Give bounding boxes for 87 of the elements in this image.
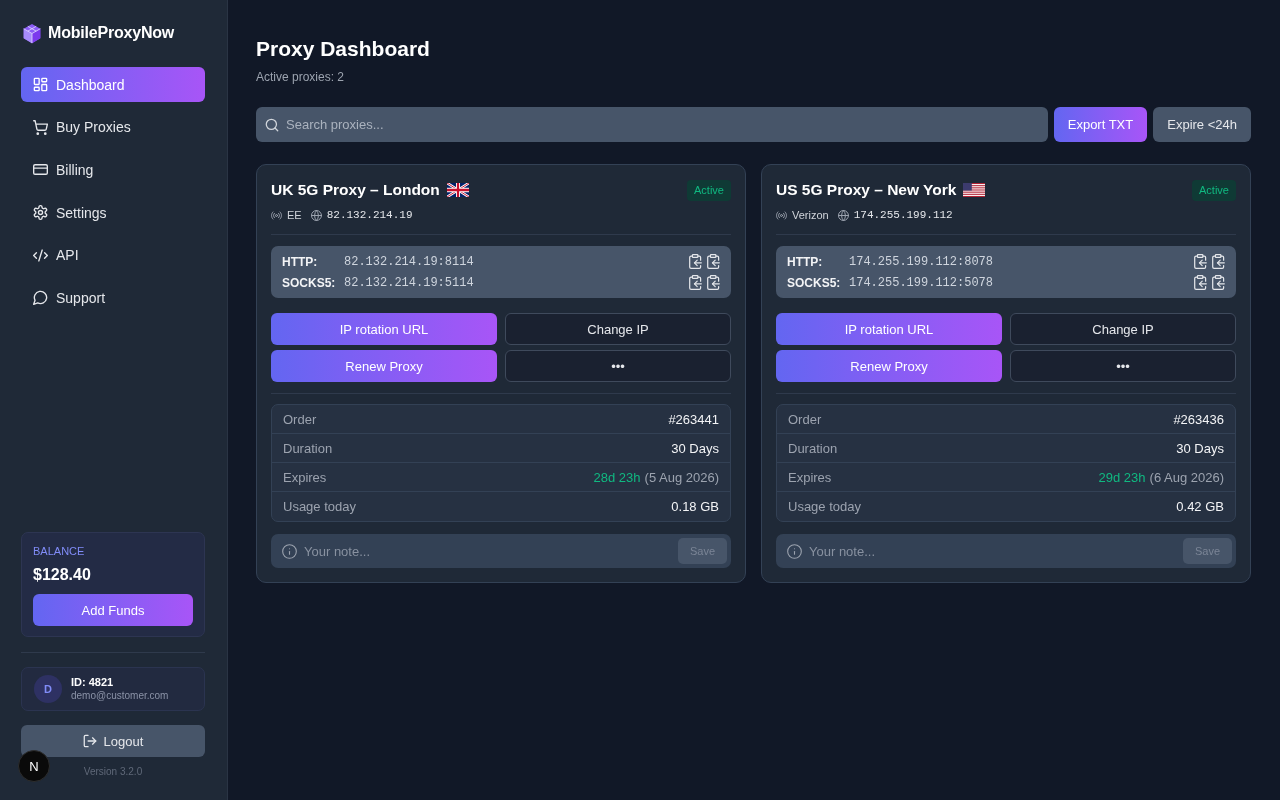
detail-label: Order	[283, 411, 317, 427]
settings-icon	[33, 205, 48, 221]
action-button[interactable]: Change IP	[505, 313, 731, 345]
detail-label: Usage today	[788, 499, 861, 514]
avatar: D	[34, 675, 62, 703]
version-text: Version 3.2.0	[83, 765, 143, 779]
balance-amount: $128.40	[33, 565, 92, 585]
expiry-date: (5 Aug 2026)	[644, 469, 719, 485]
nav-item[interactable]: Settings	[21, 195, 205, 231]
page-subtitle: Active proxies: 2	[256, 70, 346, 84]
us-flag-icon	[963, 183, 986, 197]
detail-label: Duration	[283, 440, 333, 456]
toolbar-button[interactable]: Export TXT	[1053, 107, 1148, 142]
clipboard-icon[interactable]	[689, 275, 702, 290]
detail-value: 0.42 GB	[1176, 499, 1224, 514]
action-button[interactable]: IP rotation URL	[776, 313, 1002, 345]
detail-value: 29d 23h	[1098, 469, 1146, 485]
account-id: ID: 4821	[71, 676, 115, 689]
endpoint-address: 174.255.199.112:5078	[849, 275, 995, 290]
account-email: demo@customer.com	[71, 689, 169, 702]
status-badge: Active	[1192, 180, 1236, 201]
detail-label: Order	[788, 411, 822, 427]
endpoint-label: HTTP:	[787, 254, 824, 269]
endpoint-label: HTTP:	[282, 254, 319, 269]
balance-label: BALANCE	[33, 544, 86, 558]
logout-button[interactable]: Logout	[21, 725, 205, 757]
detail-label: Expires	[788, 469, 832, 485]
nav-item[interactable]: Billing	[21, 152, 205, 188]
action-button[interactable]: Renew Proxy	[271, 350, 497, 382]
carrier-name: EE	[287, 209, 302, 221]
endpoint-label: SOCKS5:	[282, 275, 337, 290]
cube-logo-icon	[22, 22, 42, 44]
detail-value: 30 Days	[1176, 440, 1224, 456]
detail-value: 30 Days	[671, 440, 719, 456]
clipboard-icon[interactable]	[1194, 254, 1207, 269]
carrier-name: Verizon	[792, 209, 829, 221]
detail-value: 0.18 GB	[671, 499, 719, 514]
clipboard-icon[interactable]	[1194, 275, 1207, 290]
brand-name: MobileProxyNow	[48, 24, 175, 42]
detail-value: #263436	[1173, 411, 1224, 427]
endpoint-address: 82.132.214.19:5114	[344, 275, 475, 290]
info-icon	[282, 543, 297, 559]
ip-address: 174.255.199.112	[853, 209, 953, 221]
signal-icon	[776, 209, 787, 221]
clipboard-icon[interactable]	[1212, 254, 1225, 269]
nav-item[interactable]: Support	[21, 280, 205, 316]
endpoint-address: 174.255.199.112:8078	[849, 254, 995, 269]
expiry-date: (6 Aug 2026)	[1149, 469, 1224, 485]
action-button[interactable]: IP rotation URL	[271, 313, 497, 345]
clipboard-icon[interactable]	[689, 254, 702, 269]
detail-label: Duration	[788, 440, 838, 456]
cart-icon	[33, 119, 48, 135]
detail-value: #263441	[668, 411, 719, 427]
detail-label: Usage today	[283, 499, 356, 514]
add-funds-button[interactable]: Add Funds	[33, 594, 193, 626]
ip-address: 82.132.214.19	[326, 209, 413, 221]
globe-icon	[837, 209, 849, 221]
action-button[interactable]: Renew Proxy	[776, 350, 1002, 382]
toolbar-button[interactable]: Expire <24h	[1153, 107, 1251, 142]
search-icon	[265, 117, 279, 132]
proxy-title: UK 5G Proxy – London	[271, 181, 440, 199]
status-badge: Active	[687, 180, 731, 201]
globe-icon	[310, 209, 322, 221]
clipboard-icon[interactable]	[707, 275, 720, 290]
clipboard-icon[interactable]	[707, 254, 720, 269]
union-jack-flag-icon	[446, 183, 469, 197]
dashboard-icon	[33, 77, 48, 92]
logout-icon	[82, 734, 97, 748]
detail-label: Expires	[283, 469, 327, 485]
nav-item[interactable]: Dashboard	[21, 67, 205, 102]
endpoint-label: SOCKS5:	[787, 275, 842, 290]
chat-bubble-icon	[33, 290, 48, 306]
proxy-title: US 5G Proxy – New York	[776, 181, 957, 199]
action-button[interactable]: •••	[1010, 350, 1236, 382]
credit-card-icon	[33, 162, 48, 178]
endpoint-address: 82.132.214.19:8114	[344, 254, 475, 269]
action-button[interactable]: •••	[505, 350, 731, 382]
nav-item[interactable]: API	[21, 237, 205, 273]
code-icon	[33, 247, 48, 263]
page-title: Proxy Dashboard	[256, 36, 431, 62]
nav-item[interactable]: Buy Proxies	[21, 109, 205, 145]
info-icon	[787, 543, 802, 559]
signal-icon	[271, 209, 282, 221]
detail-value: 28d 23h	[593, 469, 641, 485]
clipboard-icon[interactable]	[1212, 275, 1225, 290]
search-field[interactable]: Search proxies...	[256, 107, 1048, 142]
action-button[interactable]: Change IP	[1010, 313, 1236, 345]
